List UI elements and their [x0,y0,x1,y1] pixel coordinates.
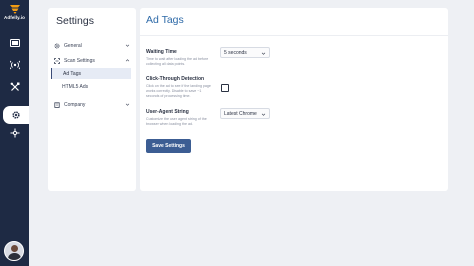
broadcast-icon [9,60,20,70]
avatar-head [11,245,18,252]
dashboard-icon [9,39,20,47]
scan-icon [54,58,60,64]
save-settings-button[interactable]: Save Settings [146,139,191,153]
nav-item-scan-settings[interactable]: Scan Settings [54,55,134,67]
rail-item-dashboard[interactable] [0,34,29,52]
page-title: Ad Tags [146,14,184,26]
nav-subitem-ad-tags[interactable]: Ad Tags [51,68,131,79]
rail-item-settings[interactable] [3,106,29,124]
logo-icon [9,5,20,14]
click-through-checkbox[interactable] [221,84,229,92]
rail-item-broadcast[interactable] [0,56,29,74]
nav-subitem-html5-ads[interactable]: HTML5 Ads [51,81,131,92]
brand-name: Adfelly.io [4,15,25,20]
nav-item-label: Scan Settings [64,58,95,64]
settings-title: Settings [56,15,94,27]
waiting-time-select[interactable]: 5 seconds [220,47,270,58]
nav-item-company[interactable]: Company [54,99,134,111]
building-icon [54,102,60,108]
integrations-icon [10,128,19,138]
gear-icon [54,43,60,49]
nav-item-label: General [64,43,82,49]
settings-sidebar: Settings General Scan Settings Ad Tags H… [48,8,136,191]
nav-item-label: Company [64,102,86,108]
chevron-down-icon [261,113,266,116]
chevron-down-icon [125,44,130,47]
user-avatar[interactable] [4,241,24,261]
chevron-up-icon [125,59,130,62]
chevron-down-icon [125,103,130,106]
rail-item-integrations[interactable] [0,124,29,142]
click-through-help: Click on the ad to see if the landing pa… [146,84,211,98]
click-through-label: Click-Through Detection [146,76,205,82]
waiting-time-help: Time to wait after loading the ad before… [146,57,209,66]
nav-item-general[interactable]: General [54,40,134,52]
user-agent-select[interactable]: Latest Chrome [220,108,270,119]
avatar-body [8,253,21,260]
waiting-time-label: Waiting Time [146,49,177,55]
user-agent-label: User-Agent String [146,109,189,115]
user-agent-value: Latest Chrome [224,110,257,117]
brand-logo[interactable]: Adfelly.io [0,4,29,20]
header-divider [140,35,448,36]
settings-icon [12,111,20,119]
app-rail: Adfelly.io [0,0,29,266]
ad-tags-panel: Ad Tags Waiting Time Time to wait after … [140,8,448,191]
chevron-down-icon [261,52,266,55]
waiting-time-value: 5 seconds [224,49,247,56]
user-agent-help: Customize the user agent string of the b… [146,117,207,126]
rail-item-tools[interactable] [0,78,29,96]
tools-icon [10,82,19,91]
